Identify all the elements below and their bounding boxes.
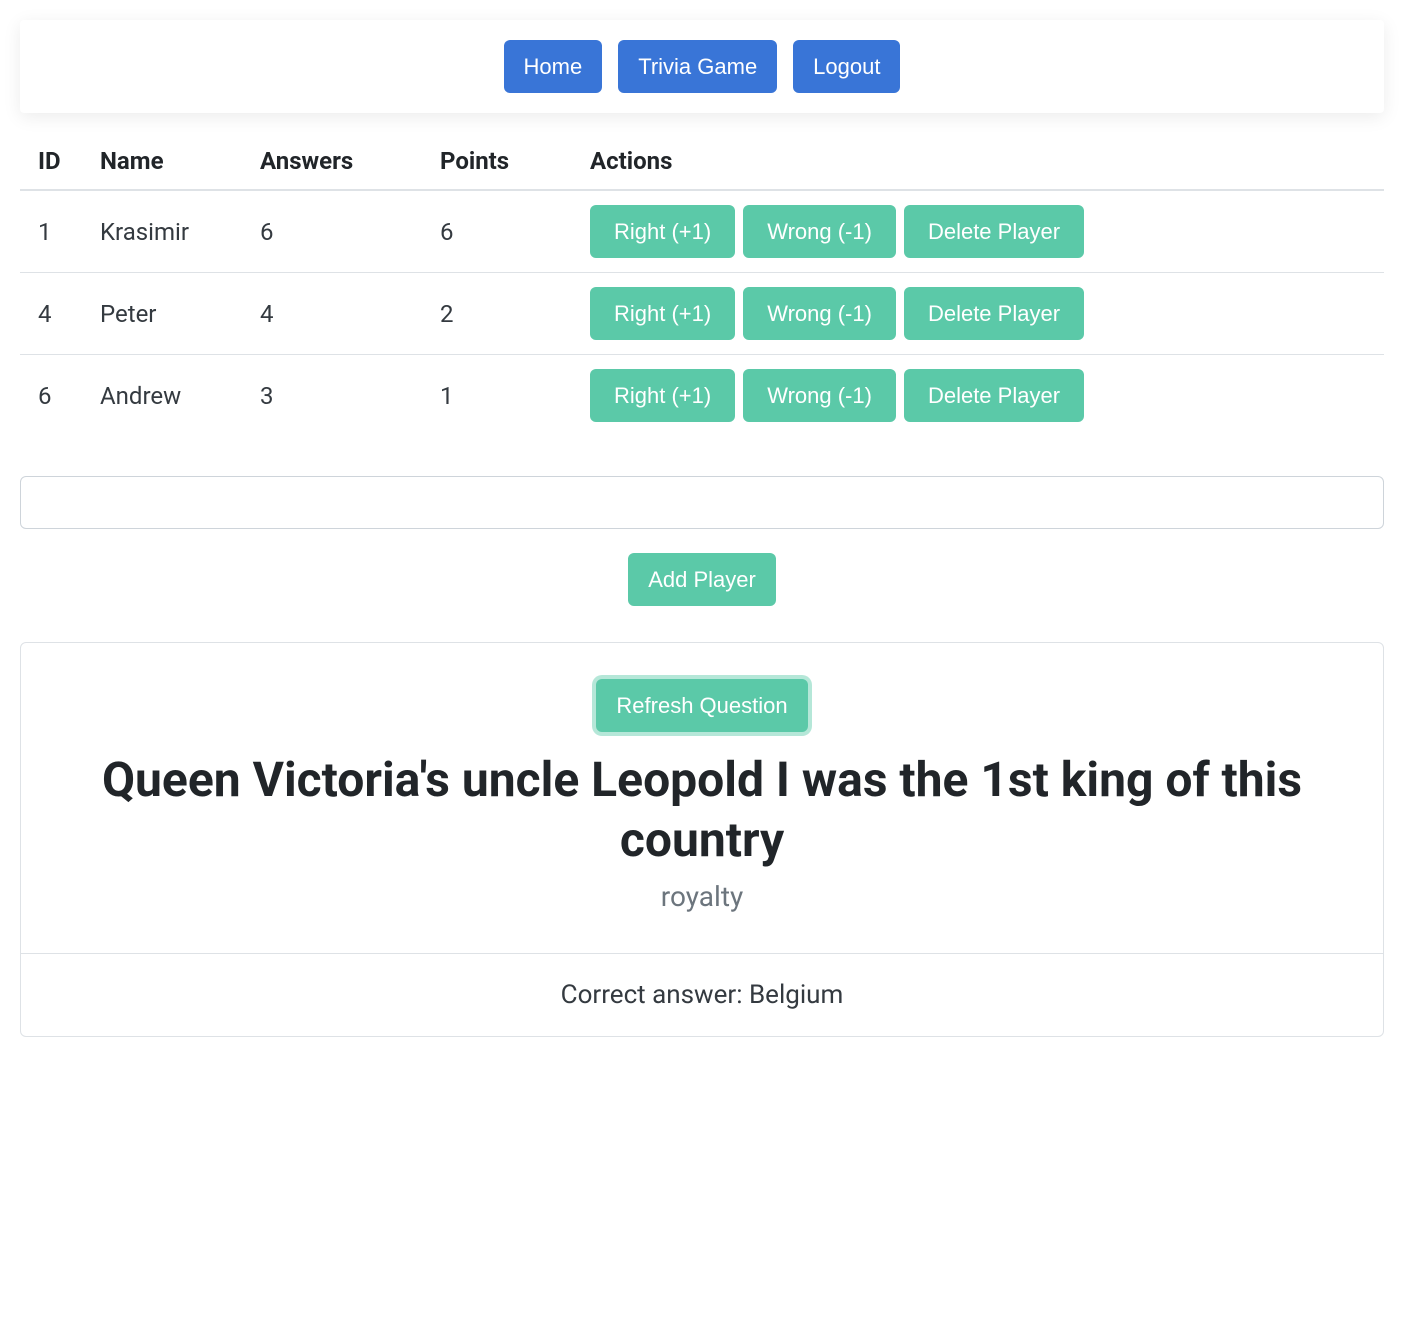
cell-answers: 4	[260, 273, 440, 355]
question-body: Refresh Question Queen Victoria's uncle …	[21, 643, 1383, 953]
right-button[interactable]: Right (+1)	[590, 369, 735, 422]
cell-actions: Right (+1)Wrong (-1)Delete Player	[590, 190, 1384, 273]
nav-logout-button[interactable]: Logout	[793, 40, 900, 93]
delete-player-button[interactable]: Delete Player	[904, 205, 1084, 258]
cell-points: 1	[440, 355, 590, 437]
top-nav: Home Trivia Game Logout	[20, 20, 1384, 113]
cell-name: Peter	[100, 273, 260, 355]
cell-points: 2	[440, 273, 590, 355]
question-answer: Correct answer: Belgium	[21, 953, 1383, 1036]
cell-answers: 3	[260, 355, 440, 437]
question-text: Queen Victoria's uncle Leopold I was the…	[45, 750, 1359, 870]
add-player-input-row	[20, 476, 1384, 529]
cell-id: 1	[20, 190, 100, 273]
wrong-button[interactable]: Wrong (-1)	[743, 369, 896, 422]
question-card: Refresh Question Queen Victoria's uncle …	[20, 642, 1384, 1037]
question-category: royalty	[45, 880, 1359, 913]
table-row: 1Krasimir66Right (+1)Wrong (-1)Delete Pl…	[20, 190, 1384, 273]
wrong-button[interactable]: Wrong (-1)	[743, 287, 896, 340]
th-name: Name	[100, 133, 260, 190]
th-id: ID	[20, 133, 100, 190]
nav-home-button[interactable]: Home	[504, 40, 603, 93]
right-button[interactable]: Right (+1)	[590, 287, 735, 340]
cell-name: Krasimir	[100, 190, 260, 273]
wrong-button[interactable]: Wrong (-1)	[743, 205, 896, 258]
cell-answers: 6	[260, 190, 440, 273]
delete-player-button[interactable]: Delete Player	[904, 369, 1084, 422]
cell-points: 6	[440, 190, 590, 273]
nav-trivia-button[interactable]: Trivia Game	[618, 40, 777, 93]
th-actions: Actions	[590, 133, 1384, 190]
players-table: ID Name Answers Points Actions 1Krasimir…	[20, 133, 1384, 436]
delete-player-button[interactable]: Delete Player	[904, 287, 1084, 340]
player-name-input[interactable]	[20, 476, 1384, 529]
refresh-question-button[interactable]: Refresh Question	[596, 679, 807, 732]
cell-name: Andrew	[100, 355, 260, 437]
table-row: 6Andrew31Right (+1)Wrong (-1)Delete Play…	[20, 355, 1384, 437]
add-player-button[interactable]: Add Player	[628, 553, 776, 606]
right-button[interactable]: Right (+1)	[590, 205, 735, 258]
cell-actions: Right (+1)Wrong (-1)Delete Player	[590, 273, 1384, 355]
th-answers: Answers	[260, 133, 440, 190]
add-player-wrap: Add Player	[20, 553, 1384, 606]
table-row: 4Peter42Right (+1)Wrong (-1)Delete Playe…	[20, 273, 1384, 355]
cell-id: 4	[20, 273, 100, 355]
th-points: Points	[440, 133, 590, 190]
cell-actions: Right (+1)Wrong (-1)Delete Player	[590, 355, 1384, 437]
cell-id: 6	[20, 355, 100, 437]
answer-value: Belgium	[749, 980, 843, 1010]
answer-label: Correct answer:	[561, 980, 749, 1010]
